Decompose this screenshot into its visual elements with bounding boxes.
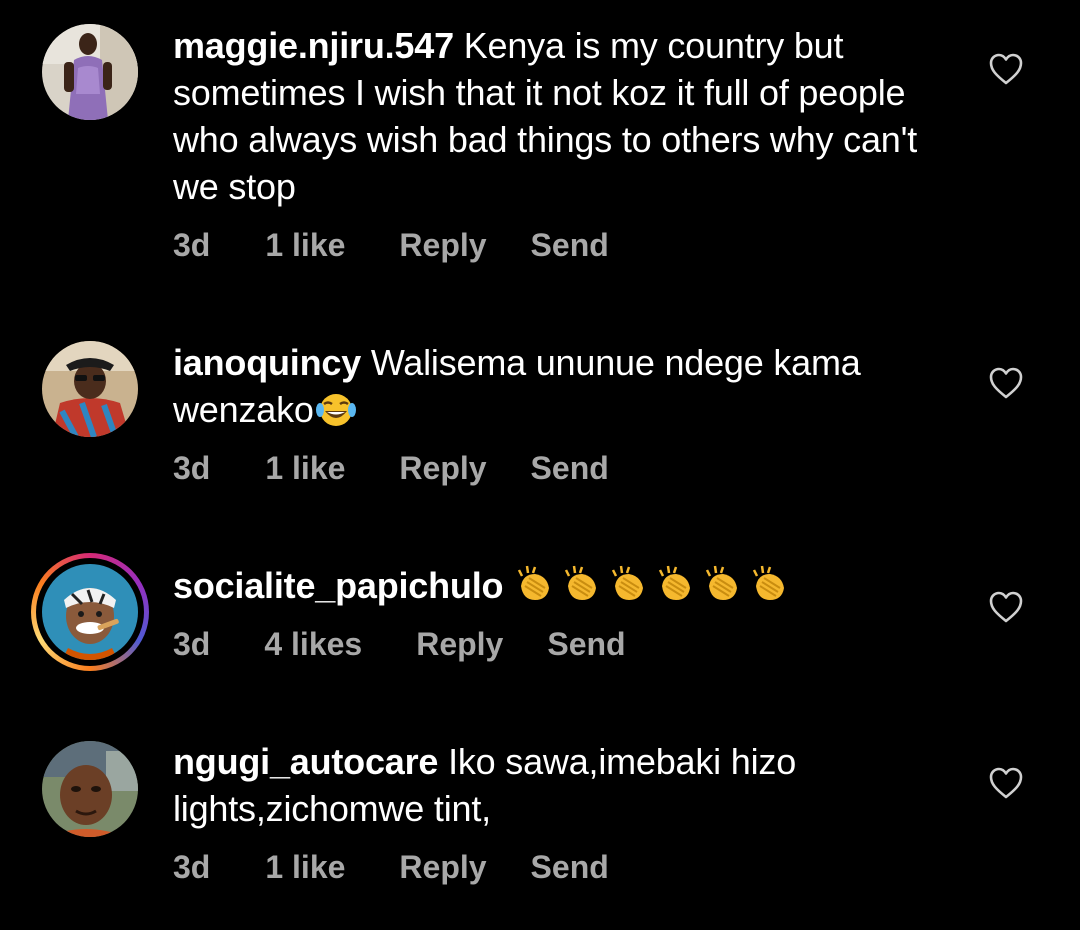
comment-username[interactable]: ngugi_autocare — [173, 741, 438, 782]
clapping-hands-emoji — [513, 564, 803, 615]
heart-outline-icon[interactable] — [988, 766, 1024, 800]
heart-outline-icon[interactable] — [988, 52, 1024, 86]
reply-button[interactable]: Reply — [416, 626, 503, 663]
reply-button[interactable]: Reply — [399, 227, 486, 264]
comment-likes[interactable]: 1 like — [265, 849, 345, 886]
avatar[interactable] — [42, 24, 138, 120]
comment-actions: 3d 4 likes Reply Send — [173, 626, 626, 663]
comment-actions: 3d 1 like Reply Send — [173, 227, 609, 264]
comment-time: 3d — [173, 849, 211, 885]
comment-likes[interactable]: 1 like — [265, 227, 345, 264]
comment-username[interactable]: socialite_papichulo — [173, 565, 503, 606]
laughing-emoji — [314, 392, 358, 439]
comment-body: ianoquincy Walisema ununue ndege kama we… — [173, 339, 943, 439]
reply-button[interactable]: Reply — [399, 450, 486, 487]
avatar[interactable] — [42, 564, 138, 660]
comment-username[interactable]: ianoquincy — [173, 342, 361, 383]
avatar-story-ring[interactable] — [31, 553, 149, 671]
comment-time: 3d — [173, 227, 211, 263]
comment-likes[interactable]: 4 likes — [264, 626, 362, 663]
send-button[interactable]: Send — [531, 227, 609, 264]
reply-button[interactable]: Reply — [399, 849, 486, 886]
avatar[interactable] — [42, 341, 138, 437]
comment-body: ngugi_autocare Iko sawa,imebaki hizo lig… — [173, 738, 943, 832]
avatar[interactable] — [42, 741, 138, 837]
comment-actions: 3d 1 like Reply Send — [173, 849, 609, 886]
comment-likes[interactable]: 1 like — [265, 450, 345, 487]
send-button[interactable]: Send — [547, 626, 625, 663]
comment-time: 3d — [173, 626, 211, 662]
send-button[interactable]: Send — [531, 450, 609, 487]
comment-time: 3d — [173, 450, 211, 486]
comment-actions: 3d 1 like Reply Send — [173, 450, 609, 487]
comment-body: maggie.njiru.547 Kenya is my country but… — [173, 22, 943, 210]
send-button[interactable]: Send — [531, 849, 609, 886]
heart-outline-icon[interactable] — [988, 590, 1024, 624]
heart-outline-icon[interactable] — [988, 366, 1024, 400]
comment-body: socialite_papichulo — [173, 562, 943, 615]
comment-username[interactable]: maggie.njiru.547 — [173, 25, 454, 66]
